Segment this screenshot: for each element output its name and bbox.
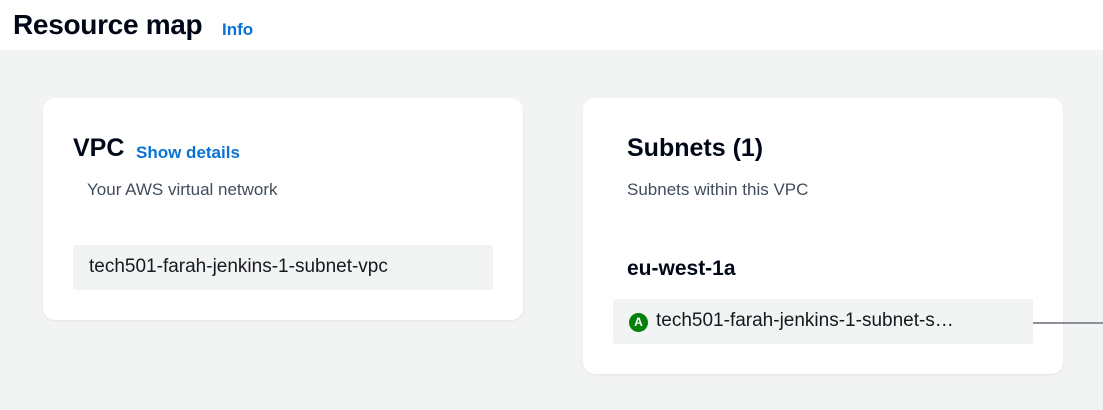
subnets-card: Subnets (1) Subnets within this VPC eu-w… xyxy=(583,98,1063,374)
subnets-description: Subnets within this VPC xyxy=(627,180,809,199)
page-title: Resource map xyxy=(13,9,203,40)
info-link[interactable]: Info xyxy=(222,20,253,40)
vpc-resource-item[interactable]: tech501-farah-jenkins-1-subnet-vpc xyxy=(73,245,493,290)
vpc-name: tech501-farah-jenkins-1-subnet-vpc xyxy=(89,256,388,277)
vpc-heading: VPC xyxy=(73,134,125,162)
subnet-badge-icon: A xyxy=(629,313,648,332)
availability-zone-label: eu-west-1a xyxy=(627,257,736,280)
show-details-link[interactable]: Show details xyxy=(136,143,240,163)
page-header: Resource map Info xyxy=(0,0,1103,50)
vpc-card: VPC Show details Your AWS virtual networ… xyxy=(43,98,523,320)
resource-map-canvas: VPC Show details Your AWS virtual networ… xyxy=(0,50,1103,410)
subnets-heading: Subnets (1) xyxy=(627,134,764,162)
subnet-resource-item[interactable]: A tech501-farah-jenkins-1-subnet-s… xyxy=(613,299,1033,344)
subnet-name: tech501-farah-jenkins-1-subnet-s… xyxy=(656,310,954,331)
subnet-connector-line xyxy=(1033,322,1103,324)
vpc-description: Your AWS virtual network xyxy=(87,180,278,199)
